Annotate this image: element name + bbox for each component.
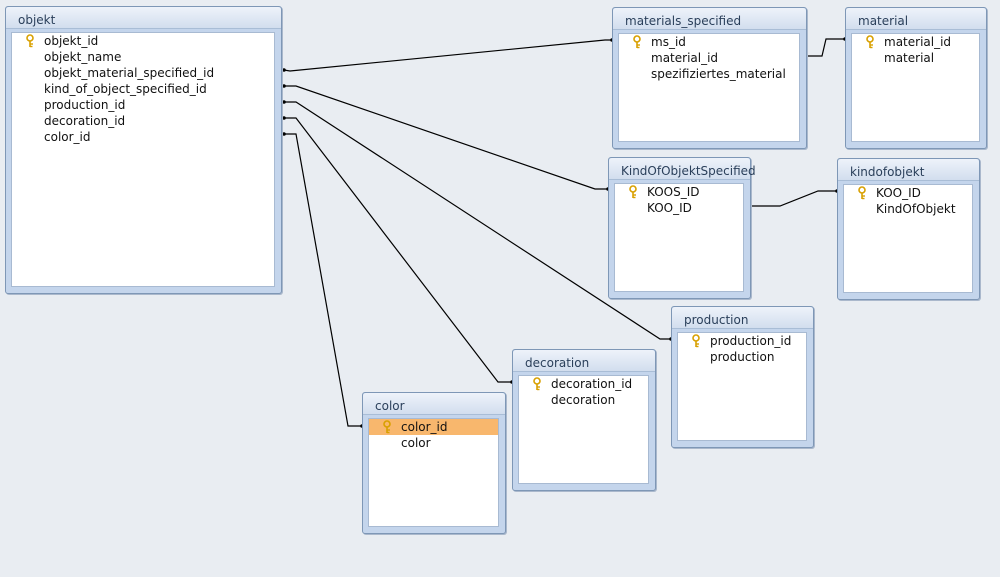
- key-icon: [383, 420, 391, 434]
- field-label: spezifiziertes_material: [651, 67, 786, 81]
- table-objekt[interactable]: objekt objekt_id objekt_name objekt_mate…: [5, 6, 282, 294]
- key-icon: [633, 35, 641, 49]
- field-decoration-id[interactable]: decoration_id: [519, 376, 648, 392]
- relationship-line-objekt-kind-of-objekt-specified[interactable]: [284, 85, 608, 190]
- field-objekt-id[interactable]: objekt_id: [12, 33, 274, 49]
- field-decoration[interactable]: decoration: [519, 392, 648, 408]
- field-label: KindOfObjekt: [876, 202, 956, 216]
- relationship-endpoint: [282, 116, 286, 120]
- key-icon: [692, 334, 700, 348]
- relationship-line-objekt-decoration[interactable]: [284, 117, 512, 383]
- key-icon: [629, 185, 637, 199]
- field-label: color_id: [401, 420, 448, 434]
- field-objekt-name[interactable]: objekt_name: [12, 49, 274, 65]
- field-label: decoration_id: [551, 377, 633, 391]
- field-label: objekt_name: [44, 50, 122, 64]
- relationship-line-objekt-color[interactable]: [284, 133, 362, 427]
- table-decoration[interactable]: decoration decoration_id decoration: [512, 349, 656, 491]
- relationship-endpoint: [282, 84, 286, 88]
- key-icon: [866, 35, 874, 49]
- field-label: production_id: [44, 98, 126, 112]
- field-label: decoration: [551, 393, 616, 407]
- field-decoration-id[interactable]: decoration_id: [12, 113, 274, 129]
- field-label: color_id: [44, 130, 91, 144]
- field-color-id-selected[interactable]: color_id: [369, 419, 498, 435]
- relationship-endpoint: [282, 132, 286, 136]
- table-title-material[interactable]: material: [846, 8, 986, 30]
- table-title-kind-of-objekt-specified[interactable]: KindOfObjektSpecified: [609, 158, 756, 180]
- table-kind-of-objekt-specified[interactable]: KindOfObjektSpecified KOOS_ID KOO_ID: [608, 157, 756, 299]
- field-color-id[interactable]: color_id: [12, 129, 274, 145]
- relationship-endpoint: [282, 100, 286, 104]
- field-label: KOO_ID: [876, 186, 921, 200]
- key-icon: [533, 377, 541, 391]
- field-list-material: material_id material: [851, 33, 980, 142]
- relationships-canvas: objekt objekt_id objekt_name objekt_mate…: [0, 0, 1000, 577]
- table-kindofobjekt[interactable]: kindofobjekt KOO_ID KindOfObjekt: [837, 158, 980, 300]
- relationship-line-objekt-materials-specified[interactable]: [283, 39, 612, 72]
- field-label: KOO_ID: [647, 201, 692, 215]
- field-label: production_id: [710, 334, 792, 348]
- key-icon: [858, 186, 866, 200]
- field-label: objekt_material_specified_id: [44, 66, 215, 80]
- field-color[interactable]: color: [369, 435, 498, 451]
- field-list-kind-of-objekt-specified: KOOS_ID KOO_ID: [614, 183, 744, 292]
- field-list-production: production_id production: [677, 332, 807, 441]
- table-production[interactable]: production production_id production: [671, 306, 814, 448]
- field-label: decoration_id: [44, 114, 126, 128]
- field-label: KOOS_ID: [647, 185, 700, 199]
- field-label: material_id: [651, 51, 719, 65]
- field-production-id[interactable]: production_id: [12, 97, 274, 113]
- field-koo-id[interactable]: KOO_ID: [615, 200, 743, 216]
- relationship-line-materials-specified-material[interactable]: [806, 38, 845, 57]
- field-list-decoration: decoration_id decoration: [518, 375, 649, 484]
- field-objekt-material-specified-id[interactable]: objekt_material_specified_id: [12, 65, 274, 81]
- field-list-color: color_id color: [368, 418, 499, 527]
- key-icon: [26, 34, 34, 48]
- table-title-production[interactable]: production: [672, 307, 813, 329]
- field-label: kind_of_object_specified_id: [44, 82, 207, 96]
- field-koos-id[interactable]: KOOS_ID: [615, 184, 743, 200]
- field-kind-of-object-specified-id[interactable]: kind_of_object_specified_id: [12, 81, 274, 97]
- field-label: production: [710, 350, 775, 364]
- field-label: objekt_id: [44, 34, 99, 48]
- field-material-id[interactable]: material_id: [852, 34, 979, 50]
- field-material-id[interactable]: material_id: [619, 50, 799, 66]
- table-title-color[interactable]: color: [363, 393, 505, 415]
- field-list-objekt: objekt_id objekt_name objekt_material_sp…: [11, 32, 275, 287]
- field-material[interactable]: material: [852, 50, 979, 66]
- field-list-kindofobjekt: KOO_ID KindOfObjekt: [843, 184, 973, 293]
- relationship-line-kind-of-objekt-specified-kindofobjekt[interactable]: [750, 190, 837, 207]
- field-ms-id[interactable]: ms_id: [619, 34, 799, 50]
- field-list-materials-specified: ms_id material_id spezifiziertes_materia…: [618, 33, 800, 142]
- field-production-id[interactable]: production_id: [678, 333, 806, 349]
- field-koo-id[interactable]: KOO_ID: [844, 185, 972, 201]
- field-kindofobjekt[interactable]: KindOfObjekt: [844, 201, 972, 217]
- field-spezifiziertes-material[interactable]: spezifiziertes_material: [619, 66, 799, 82]
- table-materials-specified[interactable]: materials_specified ms_id material_id sp…: [612, 7, 807, 149]
- table-title-materials-specified[interactable]: materials_specified: [613, 8, 806, 30]
- field-label: ms_id: [651, 35, 686, 49]
- field-label: color: [401, 436, 431, 450]
- table-color[interactable]: color color_id color: [362, 392, 506, 534]
- field-label: material_id: [884, 35, 952, 49]
- relationship-endpoint: [282, 68, 286, 72]
- table-title-decoration[interactable]: decoration: [513, 350, 655, 372]
- field-label: material: [884, 51, 935, 65]
- table-title-kindofobjekt[interactable]: kindofobjekt: [838, 159, 979, 181]
- table-title-objekt[interactable]: objekt: [6, 7, 281, 29]
- field-production[interactable]: production: [678, 349, 806, 365]
- table-material[interactable]: material material_id material: [845, 7, 987, 149]
